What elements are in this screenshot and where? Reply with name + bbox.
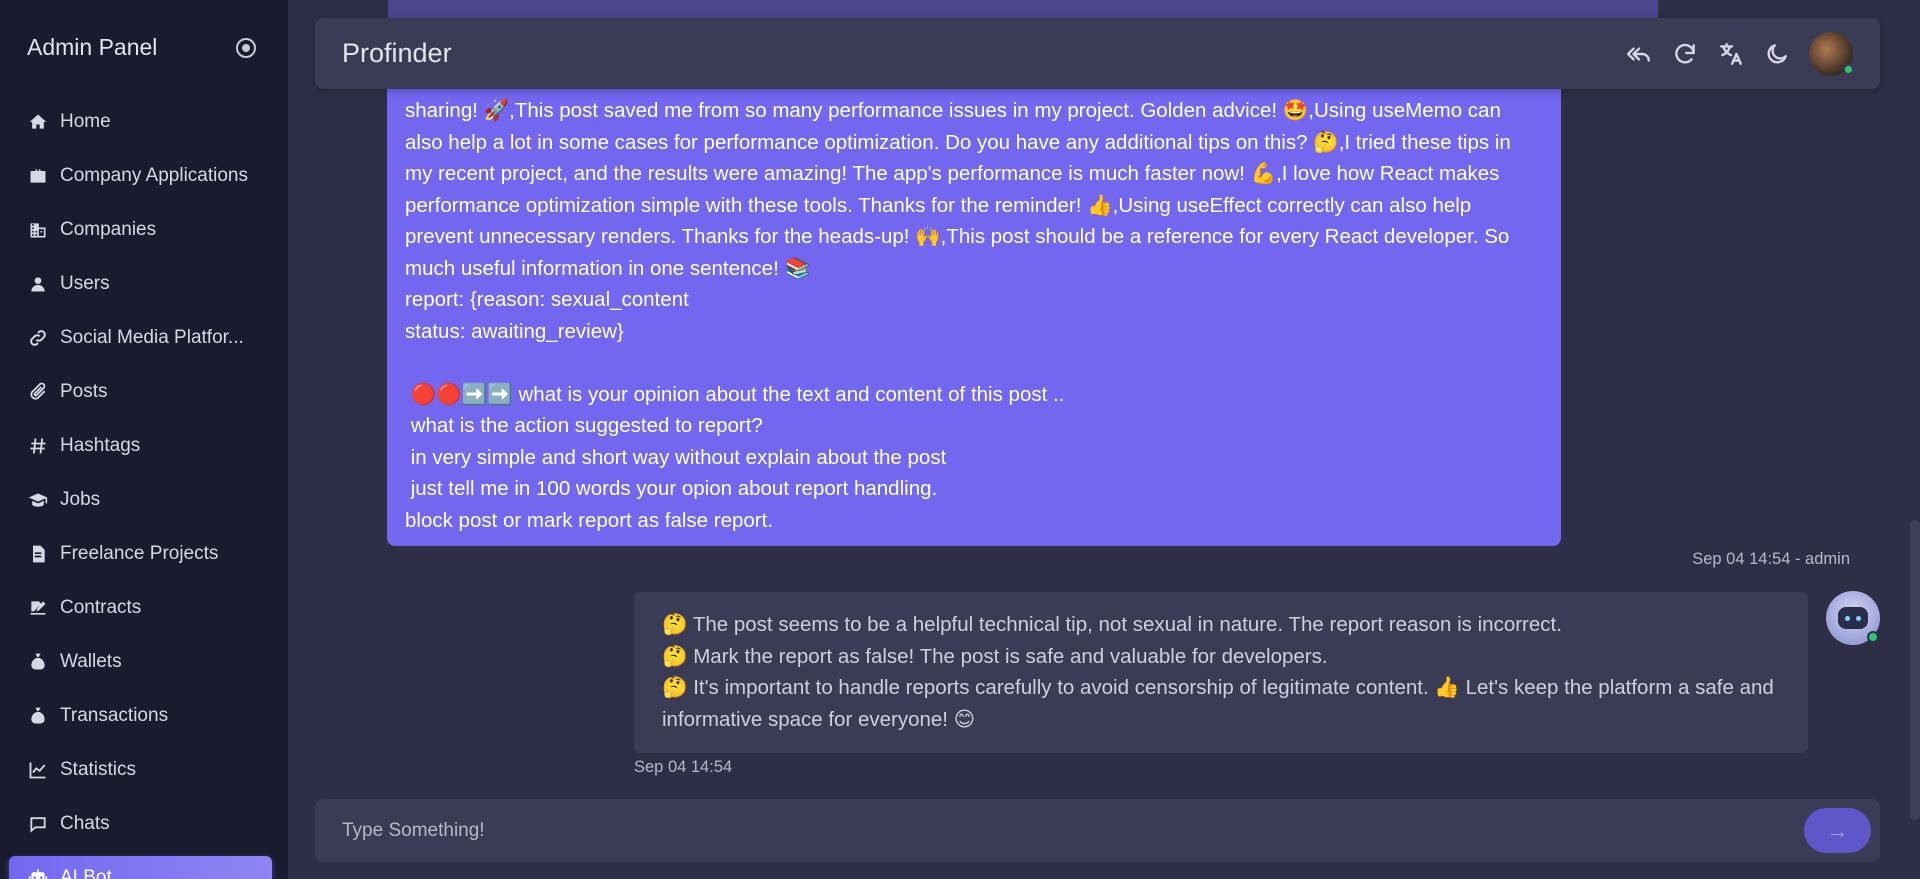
- sidebar-item-label: Posts: [60, 381, 108, 402]
- translate-icon[interactable]: [1717, 40, 1745, 68]
- sidebar-header: Admin Panel: [0, 0, 288, 95]
- money-bag-icon: [26, 652, 50, 672]
- sidebar: Admin Panel Home Company Applications Comp…: [0, 0, 288, 879]
- chat-icon: [26, 814, 50, 834]
- robot-icon: [26, 868, 50, 879]
- sidebar-item-label: AI Bot: [60, 867, 112, 879]
- sidebar-item-label: Social Media Platfor...: [60, 327, 244, 348]
- sidebar-item-company-applications[interactable]: Company Applications: [0, 149, 288, 203]
- arrow-right-icon: →: [1826, 817, 1849, 843]
- sidebar-item-statistics[interactable]: Statistics: [0, 743, 288, 797]
- sidebar-item-label: Statistics: [60, 759, 137, 780]
- previous-message-edge: [388, 0, 1658, 18]
- sidebar-item-freelance-projects[interactable]: Freelance Projects: [0, 527, 288, 581]
- bot-message-meta: Sep 04 14:54: [634, 758, 733, 776]
- sidebar-item-label: Users: [60, 273, 110, 294]
- bot-online-dot: [1867, 631, 1879, 643]
- message-composer: →: [315, 799, 1880, 862]
- sidebar-item-jobs[interactable]: Jobs: [0, 473, 288, 527]
- sidebar-item-label: Company Applications: [60, 165, 248, 186]
- user-icon: [26, 274, 50, 294]
- hashtag-icon: [26, 436, 50, 456]
- chart-line-icon: [26, 760, 50, 780]
- sidebar-item-wallets[interactable]: Wallets: [0, 635, 288, 689]
- sidebar-item-home[interactable]: Home: [0, 95, 288, 149]
- sidebar-item-label: Companies: [60, 219, 157, 240]
- sidebar-toggle-icon[interactable]: [236, 37, 256, 58]
- admin-message-meta: Sep 04 14:54 - admin: [1692, 550, 1850, 568]
- admin-message-bubble: sharing! 🚀,This post saved me from so ma…: [387, 60, 1561, 546]
- page-title: Profinder: [342, 38, 452, 68]
- file-icon: [26, 544, 50, 564]
- building-icon: [26, 220, 50, 240]
- sidebar-item-label: Home: [60, 111, 111, 132]
- link-icon: [26, 328, 50, 348]
- sidebar-item-label: Jobs: [60, 489, 101, 510]
- sidebar-item-contracts[interactable]: Contracts: [0, 581, 288, 635]
- money-bag-icon: [26, 706, 50, 726]
- signature-icon: [26, 598, 50, 618]
- bot-avatar: [1826, 591, 1880, 645]
- message-input[interactable]: [342, 819, 1804, 842]
- sidebar-item-label: Freelance Projects: [60, 543, 219, 564]
- topbar: Profinder: [315, 18, 1880, 89]
- user-avatar[interactable]: [1809, 31, 1854, 76]
- sidebar-item-label: Chats: [60, 813, 110, 834]
- graduation-cap-icon: [26, 490, 50, 510]
- reply-all-icon[interactable]: [1625, 40, 1653, 68]
- topbar-actions: [1625, 31, 1854, 76]
- sidebar-title: Admin Panel: [27, 34, 158, 60]
- sidebar-item-social-media-platfor[interactable]: Social Media Platfor...: [0, 311, 288, 365]
- briefcase-icon: [26, 166, 50, 186]
- robot-icon: [1838, 607, 1868, 629]
- sidebar-item-posts[interactable]: Posts: [0, 365, 288, 419]
- moon-icon[interactable]: [1763, 40, 1791, 68]
- chat-main: Profinder sharing! 🚀,This post saved me …: [288, 0, 1920, 879]
- sidebar-item-label: Contracts: [60, 597, 142, 618]
- paperclip-icon: [26, 382, 50, 402]
- bot-message-bubble: 🤔 The post seems to be a helpful technic…: [634, 592, 1808, 753]
- refresh-icon[interactable]: [1671, 40, 1699, 68]
- sidebar-item-label: Wallets: [60, 651, 122, 672]
- sidebar-item-chats[interactable]: Chats: [0, 797, 288, 851]
- sidebar-nav: Home Company Applications Companies Users So…: [0, 95, 288, 879]
- chat-scrollbar[interactable]: [1910, 520, 1920, 820]
- online-status-dot: [1843, 63, 1854, 75]
- sidebar-item-companies[interactable]: Companies: [0, 203, 288, 257]
- sidebar-item-label: Hashtags: [60, 435, 141, 456]
- sidebar-item-users[interactable]: Users: [0, 257, 288, 311]
- sidebar-item-hashtags[interactable]: Hashtags: [0, 419, 288, 473]
- sidebar-item-label: Transactions: [60, 705, 169, 726]
- sidebar-item-ai-bot[interactable]: AI Bot: [9, 856, 272, 879]
- sidebar-item-transactions[interactable]: Transactions: [0, 689, 288, 743]
- home-icon: [26, 112, 50, 132]
- send-button[interactable]: →: [1804, 808, 1871, 853]
